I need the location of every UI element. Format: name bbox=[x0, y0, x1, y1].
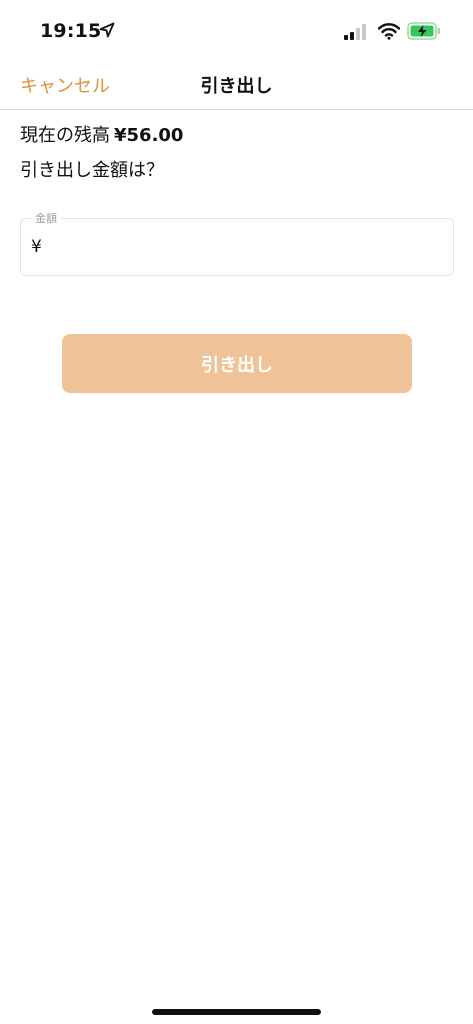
status-time: 19:15 bbox=[40, 20, 102, 42]
status-bar: 19:15 bbox=[0, 0, 473, 60]
cellular-signal-icon bbox=[344, 24, 366, 40]
home-indicator[interactable] bbox=[152, 1009, 321, 1015]
page-title: 引き出し bbox=[200, 76, 273, 97]
withdraw-screen: 19:15 キャンセル 引き出し 現在の残高 ¥56.00 引き出し金額は？ 金… bbox=[0, 0, 473, 1024]
withdraw-amount-question: 引き出し金額は？ bbox=[20, 160, 164, 181]
current-balance: 現在の残高 ¥56.00 bbox=[20, 121, 183, 147]
navigation-bar: キャンセル 引き出し bbox=[0, 60, 473, 110]
wifi-icon bbox=[378, 23, 400, 40]
balance-label: 現在の残高 bbox=[20, 125, 110, 146]
withdraw-button[interactable]: 引き出し bbox=[62, 334, 412, 393]
amount-input-wrap: ¥ bbox=[31, 237, 428, 257]
amount-field-label: 金額 bbox=[31, 210, 61, 226]
battery-charging-icon bbox=[407, 22, 440, 40]
amount-input[interactable] bbox=[47, 237, 428, 257]
balance-value: ¥56.00 bbox=[114, 125, 184, 146]
amount-field[interactable]: 金額 ¥ bbox=[20, 210, 454, 276]
currency-prefix: ¥ bbox=[31, 237, 42, 257]
location-arrow-icon bbox=[99, 22, 115, 38]
